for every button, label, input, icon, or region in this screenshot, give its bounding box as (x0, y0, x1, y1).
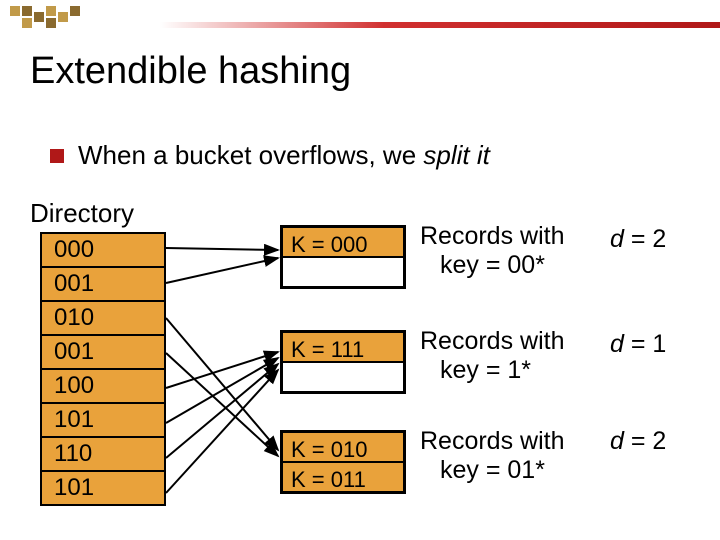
bucket-row (283, 258, 403, 286)
bucket-c-note: Records with key = 01* (420, 427, 565, 485)
bucket-a-depth: d = 2 (610, 225, 666, 254)
header-decoration (0, 0, 720, 40)
dir-entry: 100 (42, 370, 164, 404)
bullet-row: When a bucket overflows, we split it (50, 140, 490, 171)
bullet-text: When a bucket overflows, we split it (78, 140, 490, 171)
dir-entry: 010 (42, 302, 164, 336)
dir-entry: 101 (42, 404, 164, 438)
dir-entry: 101 (42, 472, 164, 504)
bucket-row: K = 011 (283, 463, 403, 491)
bucket-row: K = 000 (283, 228, 403, 258)
bucket-b: K = 111 (280, 330, 406, 394)
bucket-c-depth: d = 2 (610, 427, 666, 456)
square-bullet-icon (50, 149, 64, 163)
directory-table: 000 001 010 001 100 101 110 101 (40, 232, 166, 506)
dir-entry: 110 (42, 438, 164, 472)
bucket-b-note: Records with key = 1* (420, 327, 565, 385)
dir-entry: 001 (42, 268, 164, 302)
bucket-c: K = 010 K = 011 (280, 430, 406, 494)
bucket-row: K = 111 (283, 333, 403, 363)
bucket-row (283, 363, 403, 391)
bucket-row: K = 010 (283, 433, 403, 463)
bucket-a: K = 000 (280, 225, 406, 289)
slide-title: Extendible hashing (30, 50, 351, 93)
dir-entry: 000 (42, 234, 164, 268)
directory-label: Directory (30, 198, 134, 229)
dir-entry: 001 (42, 336, 164, 370)
bucket-b-depth: d = 1 (610, 330, 666, 359)
bucket-a-note: Records with key = 00* (420, 222, 565, 280)
